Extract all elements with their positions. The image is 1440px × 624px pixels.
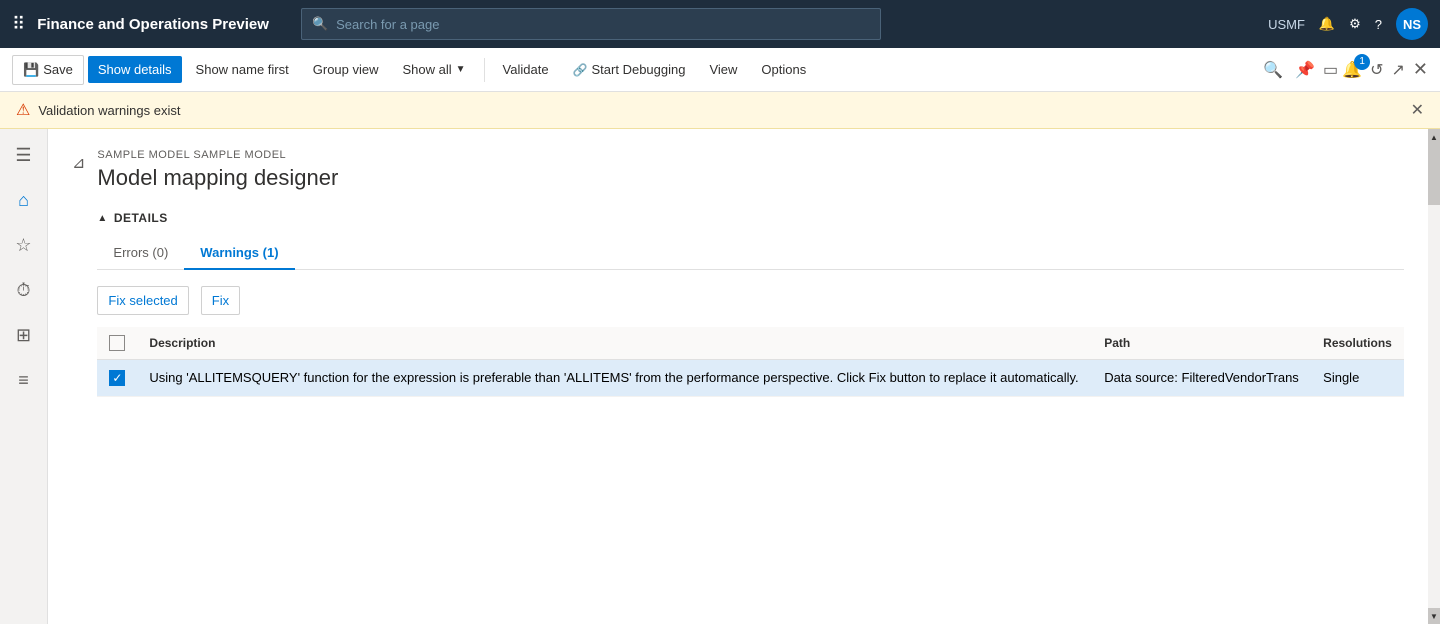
sidebar-item-favorites[interactable]: ☆ bbox=[7, 227, 39, 264]
section-header[interactable]: ▲ DETAILS bbox=[97, 211, 1404, 225]
options-button[interactable]: Options bbox=[751, 56, 816, 83]
sidebar-item-modules[interactable]: ≡ bbox=[10, 362, 37, 399]
save-icon: 💾 bbox=[23, 62, 39, 78]
search-input[interactable] bbox=[336, 17, 870, 32]
table-header-row: Description Path Resolutions bbox=[97, 327, 1404, 360]
toolbar: 💾 Save Show details Show name first Grou… bbox=[0, 48, 1440, 92]
scrollbar-thumb[interactable] bbox=[1428, 145, 1440, 205]
content-area: ⊿ SAMPLE MODEL SAMPLE MODEL Model mappin… bbox=[48, 129, 1428, 624]
collapse-icon: ▲ bbox=[97, 213, 107, 224]
open-in-new-icon[interactable]: ↗ bbox=[1392, 60, 1405, 80]
sidebar-item-workspaces[interactable]: ⊞ bbox=[8, 317, 39, 354]
sidebar-item-menu[interactable]: ☰ bbox=[7, 137, 39, 174]
debug-icon: 🔗 bbox=[573, 63, 588, 77]
top-bar: ⠿ Finance and Operations Preview 🔍 USMF … bbox=[0, 0, 1440, 48]
sidebar-item-recent[interactable]: ⏱ bbox=[8, 272, 38, 309]
search-icon: 🔍 bbox=[312, 16, 328, 32]
table-col-path: Path bbox=[1092, 327, 1311, 360]
fix-button[interactable]: Fix bbox=[201, 286, 240, 315]
warning-icon: ⚠ bbox=[16, 100, 30, 120]
badge-count: 1 bbox=[1354, 54, 1370, 70]
search-bar[interactable]: 🔍 bbox=[301, 8, 881, 40]
table-row[interactable]: ✓ Using 'ALLITEMSQUERY' function for the… bbox=[97, 360, 1404, 397]
tabs: Errors (0) Warnings (1) bbox=[97, 237, 1404, 270]
row-checkbox[interactable]: ✓ bbox=[109, 370, 125, 386]
page-title: Model mapping designer bbox=[97, 165, 1404, 191]
scrollbar-up-button[interactable]: ▲ bbox=[1428, 129, 1440, 145]
tab-errors[interactable]: Errors (0) bbox=[97, 237, 184, 270]
row-path: Data source: FilteredVendorTrans bbox=[1092, 360, 1311, 397]
show-all-dropdown-icon: ▼ bbox=[456, 64, 466, 75]
breadcrumb: SAMPLE MODEL SAMPLE MODEL bbox=[97, 149, 1404, 161]
scrollbar-track bbox=[1428, 145, 1440, 608]
show-name-first-button[interactable]: Show name first bbox=[186, 56, 299, 83]
sidebar-item-home[interactable]: ⌂ bbox=[10, 182, 37, 219]
save-button[interactable]: 💾 Save bbox=[12, 55, 84, 85]
panel-icon[interactable]: ▭ bbox=[1323, 60, 1338, 80]
main-layout: ☰ ⌂ ☆ ⏱ ⊞ ≡ ⊿ SAMPLE MODEL SAMPLE MODEL … bbox=[0, 129, 1440, 624]
row-resolutions: Single bbox=[1311, 360, 1404, 397]
view-button[interactable]: View bbox=[699, 56, 747, 83]
avatar[interactable]: NS bbox=[1396, 8, 1428, 40]
pin-icon[interactable]: 📌 bbox=[1295, 60, 1315, 80]
table-col-checkbox bbox=[97, 327, 137, 360]
select-all-checkbox[interactable] bbox=[109, 335, 125, 351]
warning-banner: ⚠ Validation warnings exist ✕ bbox=[0, 92, 1440, 129]
refresh-icon[interactable]: ↺ bbox=[1370, 60, 1383, 80]
toolbar-search-icon[interactable]: 🔍 bbox=[1263, 60, 1283, 80]
filter-icon[interactable]: ⊿ bbox=[72, 153, 85, 173]
validate-button[interactable]: Validate bbox=[493, 56, 559, 83]
help-icon[interactable]: ? bbox=[1375, 17, 1382, 32]
notification-badge[interactable]: 🔔 1 bbox=[1342, 60, 1362, 80]
table-col-resolutions: Resolutions bbox=[1311, 327, 1404, 360]
show-details-button[interactable]: Show details bbox=[88, 56, 182, 83]
toolbar-divider-1 bbox=[484, 58, 485, 82]
table-col-description: Description bbox=[137, 327, 1092, 360]
fix-selected-button[interactable]: Fix selected bbox=[97, 286, 188, 315]
left-sidebar: ☰ ⌂ ☆ ⏱ ⊞ ≡ bbox=[0, 129, 48, 624]
start-debugging-button[interactable]: 🔗 Start Debugging bbox=[563, 56, 696, 83]
tab-warnings[interactable]: Warnings (1) bbox=[184, 237, 294, 270]
warning-close-button[interactable]: ✕ bbox=[1411, 100, 1424, 120]
bell-icon[interactable]: 🔔 bbox=[1319, 16, 1335, 32]
warning-text: Validation warnings exist bbox=[38, 103, 1402, 118]
group-view-button[interactable]: Group view bbox=[303, 56, 389, 83]
row-description: Using 'ALLITEMSQUERY' function for the e… bbox=[137, 360, 1092, 397]
app-title: Finance and Operations Preview bbox=[37, 16, 269, 33]
company-label: USMF bbox=[1268, 17, 1305, 32]
top-bar-right: USMF 🔔 ⚙ ? NS bbox=[1268, 8, 1428, 40]
action-buttons: Fix selected Fix bbox=[97, 286, 1404, 315]
close-icon[interactable]: ✕ bbox=[1413, 59, 1428, 80]
settings-icon[interactable]: ⚙ bbox=[1349, 16, 1361, 32]
row-checkbox-cell: ✓ bbox=[97, 360, 137, 397]
show-all-button[interactable]: Show all ▼ bbox=[393, 56, 476, 83]
scrollbar-down-button[interactable]: ▼ bbox=[1428, 608, 1440, 624]
grid-icon[interactable]: ⠿ bbox=[12, 14, 25, 35]
warnings-table: Description Path Resolutions bbox=[97, 327, 1404, 397]
right-scrollbar: ▲ ▼ bbox=[1428, 129, 1440, 624]
